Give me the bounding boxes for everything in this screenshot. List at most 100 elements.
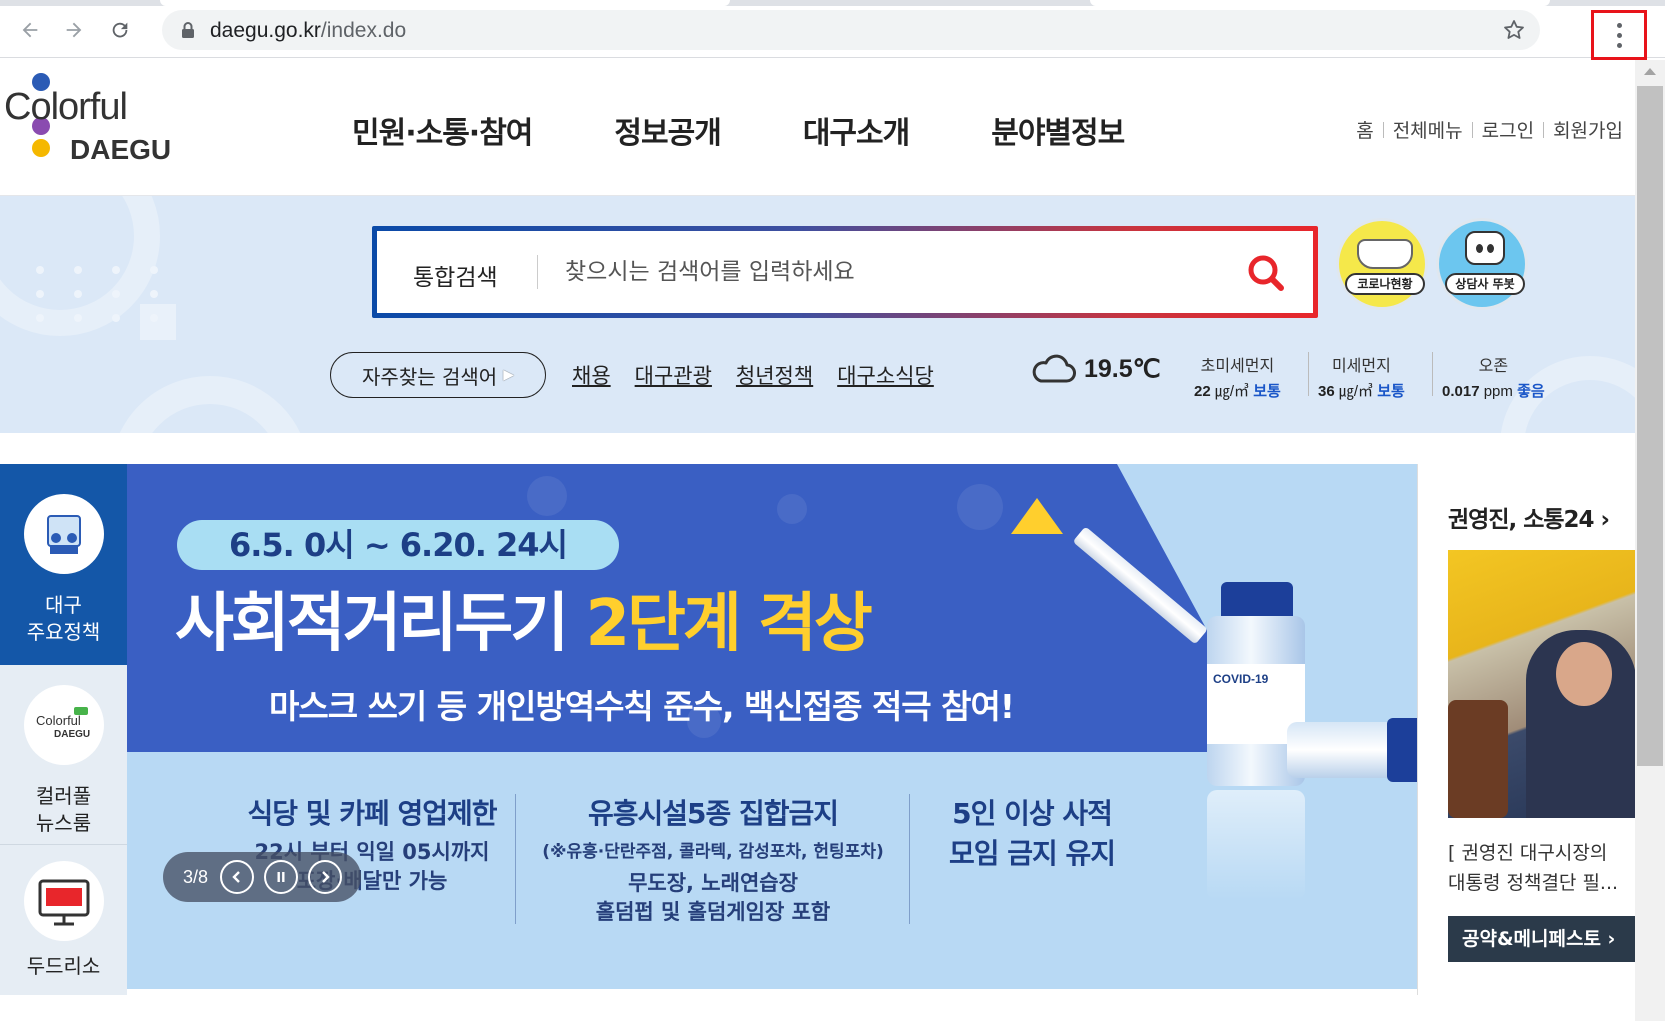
svg-text:DAEGU: DAEGU bbox=[54, 729, 90, 740]
robot-icon bbox=[1465, 231, 1505, 265]
freq-link-news[interactable]: 대구소식당 bbox=[837, 360, 934, 390]
air-value: 22 bbox=[1194, 383, 1211, 400]
slide-controls: 3/8 bbox=[163, 852, 361, 902]
more-vert-icon[interactable] bbox=[1591, 10, 1647, 60]
frequent-search-links: 채용 대구관광 청년정책 대구소식당 bbox=[572, 360, 934, 390]
side-item-main-policy[interactable]: 대구 주요정책 bbox=[0, 464, 127, 665]
mayor-photo[interactable] bbox=[1448, 550, 1635, 818]
col-title: 유흥시설5종 집합금지 bbox=[587, 797, 839, 830]
search-icon[interactable] bbox=[1245, 253, 1285, 293]
search-input[interactable] bbox=[565, 251, 1225, 293]
air-label: 초미세먼지 bbox=[1200, 356, 1275, 375]
col-text: 무도장, 노래연습장 bbox=[628, 871, 798, 895]
logo-text-daegu: DAEGU bbox=[70, 134, 172, 165]
chevron-right-icon: ▶ bbox=[503, 367, 514, 383]
star-icon[interactable] bbox=[1502, 18, 1526, 42]
vial-reflection bbox=[1207, 790, 1305, 900]
signup-link[interactable]: 회원가입 bbox=[1553, 116, 1623, 143]
address-bar[interactable]: daegu.go.kr/index.do bbox=[162, 10, 1540, 50]
scrollbar-thumb[interactable] bbox=[1637, 86, 1663, 766]
side-item-label: 두드리소 bbox=[26, 954, 101, 978]
main-banner-slide[interactable]: 6.5. 0시 ~ 6.20. 24시 사회적거리두기 2단계 격상 마스크 쓰… bbox=[127, 464, 1417, 989]
home-link[interactable]: 홈 bbox=[1356, 116, 1373, 143]
col-title: 식당 및 카페 영업제한 bbox=[247, 797, 497, 830]
col-text: 홀덤펍 및 홀덤게임장 포함 bbox=[595, 900, 831, 924]
login-link[interactable]: 로그인 bbox=[1482, 116, 1534, 143]
banner-headline: 사회적거리두기 2단계 격상 bbox=[175, 572, 873, 664]
air-unit: ㎍/㎥ bbox=[1338, 383, 1374, 400]
headline-highlight: 2단계 격상 bbox=[585, 587, 872, 661]
covid-status-button[interactable]: 코로나현황 bbox=[1336, 218, 1428, 310]
virus-icon bbox=[777, 494, 807, 524]
side-item-dudeuriso[interactable]: 두드리소 bbox=[0, 845, 127, 995]
all-menu-link[interactable]: 전체메뉴 bbox=[1393, 116, 1463, 143]
nav-civil-participation[interactable]: 민원·소통·참여 bbox=[352, 108, 533, 152]
air-status: 좋음 bbox=[1517, 383, 1545, 400]
reload-icon[interactable] bbox=[104, 14, 136, 46]
url-text: daegu.go.kr/index.do bbox=[210, 19, 407, 42]
banner-subtitle: 마스크 쓰기 등 개인방역수칙 준수, 백신접종 적극 참여! bbox=[269, 687, 1015, 726]
freq-link-youth-policy[interactable]: 청년정책 bbox=[736, 360, 813, 390]
quick-side-menu: 대구 주요정책 Colorful DAEGU 컬러풀 뉴스룸 두드리소 bbox=[0, 464, 127, 995]
freq-link-tourism[interactable]: 대구관광 bbox=[635, 360, 712, 390]
pledge-manifesto-button[interactable]: 공약&메니페스토 › bbox=[1448, 916, 1635, 962]
scroll-up-icon[interactable] bbox=[1644, 68, 1656, 75]
freq-link-jobs[interactable]: 채용 bbox=[572, 360, 611, 390]
slide-counter: 3/8 bbox=[183, 866, 209, 887]
logo-text-colorful: Colorful bbox=[4, 86, 128, 128]
frequent-search-label: 자주찾는 검색어 bbox=[362, 364, 498, 389]
logo-dot-yellow bbox=[32, 139, 50, 157]
headline-part: 사회적거리두기 bbox=[175, 587, 586, 661]
banner-col-gathering: 5인 이상 사적 모임 금지 유지 bbox=[919, 792, 1145, 872]
air-label: 미세먼지 bbox=[1331, 356, 1391, 375]
virus-icon bbox=[957, 484, 1003, 530]
side-item-label: 대구 주요정책 bbox=[26, 593, 101, 644]
nav-info-disclosure[interactable]: 정보공개 bbox=[614, 108, 721, 152]
virus-icon bbox=[527, 476, 567, 516]
policy-icon bbox=[23, 494, 104, 574]
colorful-daegu-logo[interactable]: Colorful DAEGU bbox=[4, 73, 194, 176]
nav-field-info[interactable]: 분야별정보 bbox=[991, 108, 1125, 152]
prev-slide-button[interactable] bbox=[220, 860, 255, 894]
banner-date-range: 6.5. 0시 ~ 6.20. 24시 bbox=[177, 520, 619, 570]
air-label: 오존 bbox=[1478, 356, 1509, 375]
side-item-label: 컬러풀 뉴스룸 bbox=[35, 784, 92, 835]
main-navigation: 민원·소통·참여 정보공개 대구소개 분야별정보 bbox=[352, 108, 1206, 152]
mask-icon bbox=[1357, 239, 1413, 269]
page-scrollbar[interactable] bbox=[1635, 60, 1665, 1021]
frequent-search-button[interactable]: 자주찾는 검색어 ▶ bbox=[330, 352, 546, 398]
air-unit: ppm bbox=[1483, 383, 1513, 400]
next-slide-button[interactable] bbox=[308, 860, 343, 894]
search-section: 통합검색 코로나현황 상담사 뚜봇 자주찾는 검색어 ▶ 채용 대구관광 청년정… bbox=[0, 196, 1635, 433]
col-text: (※유흥·단란주점, 콜라텍, 감성포차, 헌팅포차) bbox=[542, 842, 884, 862]
chatbot-button[interactable]: 상담사 뚜봇 bbox=[1436, 218, 1528, 310]
weather-widget: 19.5℃ bbox=[1030, 354, 1161, 384]
air-quality-pm25: 초미세먼지 22 ㎍/㎥ 보통 bbox=[1194, 352, 1281, 401]
vial-cap-small bbox=[1387, 718, 1417, 782]
pause-slide-button[interactable] bbox=[264, 860, 299, 894]
integrated-search-box: 통합검색 bbox=[372, 226, 1318, 318]
air-status: 보통 bbox=[1377, 383, 1405, 400]
back-icon[interactable] bbox=[14, 14, 46, 46]
nav-about-daegu[interactable]: 대구소개 bbox=[803, 108, 910, 152]
svg-text:Colorful: Colorful bbox=[36, 713, 81, 728]
pause-icon bbox=[277, 872, 285, 882]
colorful-logo-icon: Colorful DAEGU bbox=[23, 685, 104, 765]
air-value: 0.017 bbox=[1442, 383, 1480, 400]
air-value: 36 bbox=[1318, 383, 1335, 400]
chevron-left-icon bbox=[232, 871, 240, 883]
forward-icon[interactable] bbox=[58, 14, 90, 46]
card-title-link[interactable]: 권영진, 소통24 › bbox=[1448, 500, 1610, 534]
browser-toolbar: daegu.go.kr/index.do bbox=[0, 0, 1665, 60]
air-quality-ozone: 오존 0.017 ppm 좋음 bbox=[1432, 352, 1545, 401]
mayor-communication-card: 권영진, 소통24 › [ 권영진 대구시장의 대통령 정책결단 필... 공약… bbox=[1417, 464, 1635, 995]
air-quality-pm10: 미세먼지 36 ㎍/㎥ 보통 bbox=[1308, 352, 1405, 401]
lock-icon bbox=[182, 22, 194, 38]
search-label: 통합검색 bbox=[413, 265, 498, 291]
monitor-icon bbox=[23, 861, 104, 941]
side-item-newsroom[interactable]: Colorful DAEGU 컬러풀 뉴스룸 bbox=[0, 665, 127, 845]
utility-navigation: 홈 전체메뉴 로그인 회원가입 bbox=[1356, 116, 1623, 143]
air-unit: ㎍/㎥ bbox=[1214, 383, 1250, 400]
card-caption[interactable]: [ 권영진 대구시장의 대통령 정책결단 필... bbox=[1448, 838, 1618, 898]
col-title: 5인 이상 사적 bbox=[952, 797, 1113, 830]
